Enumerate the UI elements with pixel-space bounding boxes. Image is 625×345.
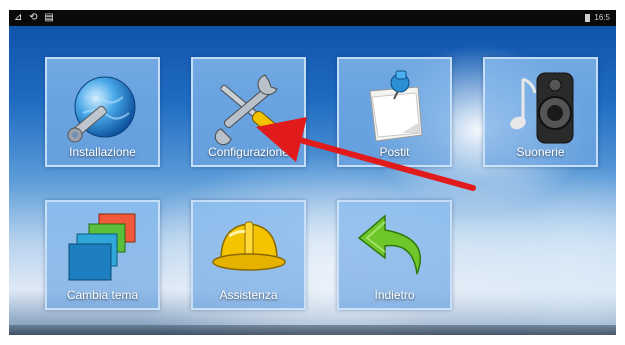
annotation-arrow [256,117,476,191]
device-frame: ⊿ ⟲ ▤ 16:5 Installazione Configurazione … [0,0,625,345]
